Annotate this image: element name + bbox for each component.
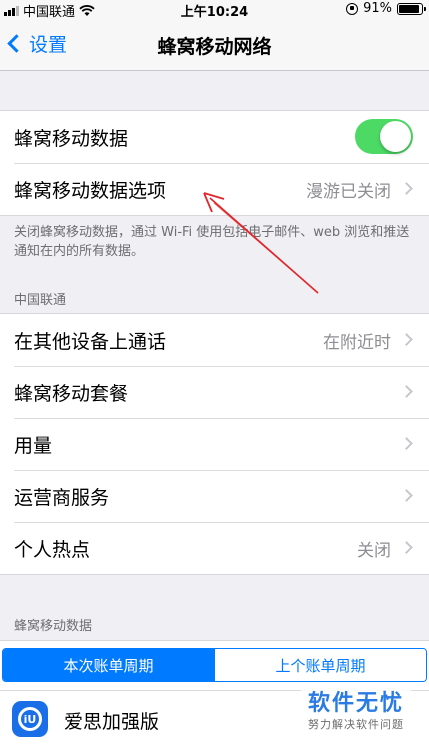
personal-hotspot-row[interactable]: 个人热点 关闭 (0, 522, 429, 574)
calls-other-devices-row[interactable]: 在其他设备上通话 在附近时 (0, 314, 429, 366)
chevron-right-icon (400, 437, 413, 450)
watermark: 软件无忧 努力解决软件问题 (301, 690, 411, 732)
status-right: 91% (346, 1, 426, 16)
page-title: 蜂窝移动网络 (157, 36, 272, 58)
watermark-subtitle: 努力解决软件问题 (308, 718, 404, 731)
cell-label: 运营商服务 (14, 486, 110, 509)
cell-label: 蜂窝移动套餐 (14, 382, 129, 405)
cellular-plans-row[interactable]: 蜂窝移动套餐 (0, 366, 429, 418)
battery-icon (397, 2, 426, 15)
cellular-footer-note: 关闭蜂窝移动数据，通过 Wi-Fi 使用包括电子邮件、web 浏览和推送通知在内… (14, 225, 410, 259)
chevron-right-icon (400, 489, 413, 502)
nav-bar: 设置 蜂窝移动网络 (0, 18, 429, 71)
cellular-data-row: 蜂窝移动数据 (0, 111, 429, 163)
segment-last-period[interactable]: 上个账单周期 (214, 649, 426, 681)
roaming-status: 漫游已关闭 (306, 181, 391, 202)
chevron-right-icon (400, 182, 413, 195)
carrier-section-header: 中国联通 (14, 293, 67, 308)
cell-value: 在附近时 (323, 332, 391, 353)
chevron-right-icon (400, 333, 413, 346)
cell-label: 用量 (14, 434, 53, 457)
chevron-right-icon (400, 541, 413, 554)
cell-label: 在其他设备上通话 (14, 330, 167, 353)
status-bar: 中国联通 上午10:24 91% (0, 0, 429, 20)
rotation-lock-icon (346, 2, 359, 15)
cellular-group: 蜂窝移动数据 蜂窝移动数据选项 漫游已关闭 (0, 110, 429, 216)
segment-current-period[interactable]: 本次账单周期 (3, 649, 214, 681)
watermark-title: 软件无忧 (307, 691, 404, 716)
cellular-data-toggle[interactable] (355, 119, 413, 154)
carrier-services-row[interactable]: 运营商服务 (0, 470, 429, 522)
carrier-group: 在其他设备上通话 在附近时 蜂窝移动套餐 用量 运营商服务 个人热点 关闭 (0, 313, 429, 575)
usage-row[interactable]: 用量 (0, 418, 429, 470)
cellular-data-options-row[interactable]: 蜂窝移动数据选项 漫游已关闭 (0, 163, 429, 215)
usage-section-header: 蜂窝移动数据 (14, 619, 93, 634)
battery-percent: 91% (363, 1, 392, 16)
app-icon: iU (12, 701, 48, 737)
cellular-data-options-label: 蜂窝移动数据选项 (14, 179, 167, 202)
billing-period-segmented-control: 本次账单周期 上个账单周期 (2, 648, 427, 682)
cell-label: 个人热点 (14, 538, 91, 561)
chevron-right-icon (400, 385, 413, 398)
app-name: 爱思加强版 (64, 711, 160, 733)
cell-value: 关闭 (357, 540, 391, 561)
cellular-data-label: 蜂窝移动数据 (14, 127, 129, 150)
